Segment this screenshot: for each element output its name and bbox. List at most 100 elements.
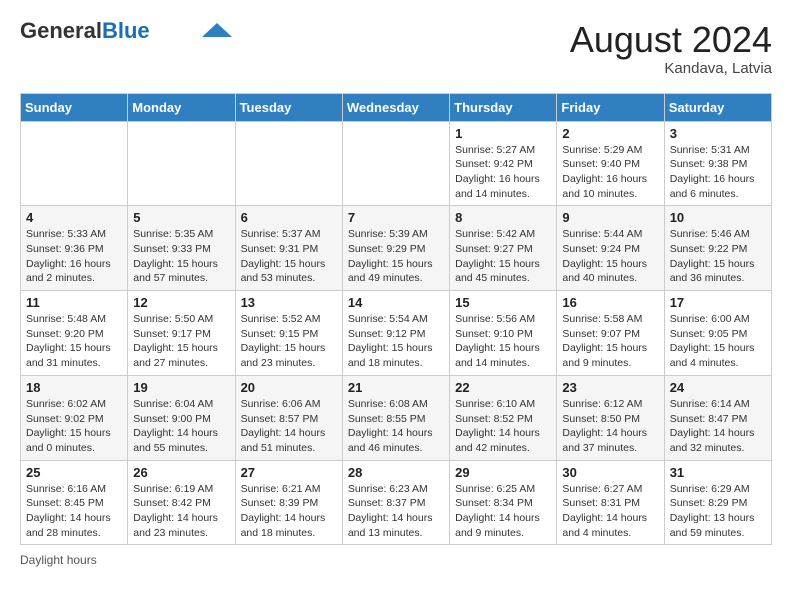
day-info: Sunrise: 5:39 AM Sunset: 9:29 PM Dayligh… (348, 227, 444, 286)
calendar-day-cell: 11 Sunrise: 5:48 AM Sunset: 9:20 PM Dayli… (21, 291, 128, 376)
day-info: Sunrise: 6:27 AM Sunset: 8:31 PM Dayligh… (562, 482, 658, 541)
day-number: 26 (133, 465, 229, 480)
weekday-header-cell: Wednesday (342, 93, 449, 121)
calendar-day-cell: 25 Sunrise: 6:16 AM Sunset: 8:45 PM Dayli… (21, 460, 128, 545)
day-info: Sunrise: 5:44 AM Sunset: 9:24 PM Dayligh… (562, 227, 658, 286)
day-number: 17 (670, 295, 766, 310)
day-number: 20 (241, 380, 337, 395)
day-number: 8 (455, 210, 551, 225)
calendar-day-cell: 19Sunrise: 6:04 AM Sunset: 9:00 PM Dayli… (128, 375, 235, 460)
day-number: 7 (348, 210, 444, 225)
calendar-day-cell: 18Sunrise: 6:02 AM Sunset: 9:02 PM Dayli… (21, 375, 128, 460)
calendar-day-cell: 29 Sunrise: 6:25 AM Sunset: 8:34 PM Dayli… (450, 460, 557, 545)
calendar-day-cell: 31Sunrise: 6:29 AM Sunset: 8:29 PM Dayli… (664, 460, 771, 545)
calendar-day-cell: 17 Sunrise: 6:00 AM Sunset: 9:05 PM Dayli… (664, 291, 771, 376)
logo-icon (202, 23, 232, 37)
calendar-table: SundayMondayTuesdayWednesdayThursdayFrid… (20, 93, 772, 546)
day-info: Sunrise: 6:12 AM Sunset: 8:50 PM Dayligh… (562, 397, 658, 456)
day-number: 4 (26, 210, 122, 225)
calendar-day-cell: 20 Sunrise: 6:06 AM Sunset: 8:57 PM Dayli… (235, 375, 342, 460)
day-info: Sunrise: 6:25 AM Sunset: 8:34 PM Dayligh… (455, 482, 551, 541)
calendar-day-cell: 7 Sunrise: 5:39 AM Sunset: 9:29 PM Daylig… (342, 206, 449, 291)
day-info: Sunrise: 6:14 AM Sunset: 8:47 PM Dayligh… (670, 397, 766, 456)
calendar-day-cell (21, 121, 128, 206)
day-number: 21 (348, 380, 444, 395)
calendar-week-row: 18Sunrise: 6:02 AM Sunset: 9:02 PM Dayli… (21, 375, 772, 460)
calendar-day-cell: 21 Sunrise: 6:08 AM Sunset: 8:55 PM Dayli… (342, 375, 449, 460)
weekday-header-cell: Monday (128, 93, 235, 121)
day-number: 11 (26, 295, 122, 310)
calendar-day-cell: 26 Sunrise: 6:19 AM Sunset: 8:42 PM Dayli… (128, 460, 235, 545)
day-number: 25 (26, 465, 122, 480)
day-number: 15 (455, 295, 551, 310)
day-number: 12 (133, 295, 229, 310)
day-number: 3 (670, 126, 766, 141)
day-info: Sunrise: 6:21 AM Sunset: 8:39 PM Dayligh… (241, 482, 337, 541)
calendar-day-cell: 15 Sunrise: 5:56 AM Sunset: 9:10 PM Dayli… (450, 291, 557, 376)
title-block: August 2024 Kandava, Latvia (570, 20, 772, 77)
day-info: Sunrise: 6:19 AM Sunset: 8:42 PM Dayligh… (133, 482, 229, 541)
day-info: Sunrise: 5:56 AM Sunset: 9:10 PM Dayligh… (455, 312, 551, 371)
location-subtitle: Kandava, Latvia (570, 60, 772, 77)
calendar-day-cell: 6 Sunrise: 5:37 AM Sunset: 9:31 PM Daylig… (235, 206, 342, 291)
calendar-day-cell: 10Sunrise: 5:46 AM Sunset: 9:22 PM Dayli… (664, 206, 771, 291)
day-info: Sunrise: 5:42 AM Sunset: 9:27 PM Dayligh… (455, 227, 551, 286)
calendar-day-cell: 3 Sunrise: 5:31 AM Sunset: 9:38 PM Daylig… (664, 121, 771, 206)
day-number: 16 (562, 295, 658, 310)
day-info: Sunrise: 5:48 AM Sunset: 9:20 PM Dayligh… (26, 312, 122, 371)
calendar-week-row: 4Sunrise: 5:33 AM Sunset: 9:36 PM Daylig… (21, 206, 772, 291)
day-info: Sunrise: 5:35 AM Sunset: 9:33 PM Dayligh… (133, 227, 229, 286)
calendar-day-cell (342, 121, 449, 206)
day-info: Sunrise: 5:58 AM Sunset: 9:07 PM Dayligh… (562, 312, 658, 371)
calendar-day-cell: 2Sunrise: 5:29 AM Sunset: 9:40 PM Daylig… (557, 121, 664, 206)
weekday-header-cell: Saturday (664, 93, 771, 121)
page-header: GeneralBlue August 2024 Kandava, Latvia (20, 20, 772, 77)
calendar-day-cell: 8 Sunrise: 5:42 AM Sunset: 9:27 PM Daylig… (450, 206, 557, 291)
day-info: Sunrise: 6:00 AM Sunset: 9:05 PM Dayligh… (670, 312, 766, 371)
day-info: Sunrise: 6:10 AM Sunset: 8:52 PM Dayligh… (455, 397, 551, 456)
day-number: 1 (455, 126, 551, 141)
day-number: 29 (455, 465, 551, 480)
day-number: 27 (241, 465, 337, 480)
day-info: Sunrise: 6:23 AM Sunset: 8:37 PM Dayligh… (348, 482, 444, 541)
weekday-header-cell: Tuesday (235, 93, 342, 121)
day-info: Sunrise: 5:54 AM Sunset: 9:12 PM Dayligh… (348, 312, 444, 371)
calendar-day-cell: 5 Sunrise: 5:35 AM Sunset: 9:33 PM Daylig… (128, 206, 235, 291)
daylight-label: Daylight hours (20, 553, 97, 567)
day-number: 18 (26, 380, 122, 395)
calendar-week-row: 25 Sunrise: 6:16 AM Sunset: 8:45 PM Dayli… (21, 460, 772, 545)
day-info: Sunrise: 6:29 AM Sunset: 8:29 PM Dayligh… (670, 482, 766, 541)
day-number: 14 (348, 295, 444, 310)
calendar-day-cell: 23 Sunrise: 6:12 AM Sunset: 8:50 PM Dayli… (557, 375, 664, 460)
day-info: Sunrise: 5:31 AM Sunset: 9:38 PM Dayligh… (670, 143, 766, 202)
day-info: Sunrise: 6:04 AM Sunset: 9:00 PM Dayligh… (133, 397, 229, 456)
day-number: 5 (133, 210, 229, 225)
weekday-header-cell: Thursday (450, 93, 557, 121)
day-info: Sunrise: 6:08 AM Sunset: 8:55 PM Dayligh… (348, 397, 444, 456)
day-info: Sunrise: 6:06 AM Sunset: 8:57 PM Dayligh… (241, 397, 337, 456)
calendar-day-cell: 22 Sunrise: 6:10 AM Sunset: 8:52 PM Dayli… (450, 375, 557, 460)
day-number: 9 (562, 210, 658, 225)
logo-text: GeneralBlue (20, 20, 150, 42)
calendar-header-row: SundayMondayTuesdayWednesdayThursdayFrid… (21, 93, 772, 121)
footer: Daylight hours (20, 553, 772, 567)
calendar-day-cell (128, 121, 235, 206)
calendar-day-cell: 16 Sunrise: 5:58 AM Sunset: 9:07 PM Dayli… (557, 291, 664, 376)
calendar-day-cell: 30Sunrise: 6:27 AM Sunset: 8:31 PM Dayli… (557, 460, 664, 545)
calendar-day-cell: 4Sunrise: 5:33 AM Sunset: 9:36 PM Daylig… (21, 206, 128, 291)
day-number: 6 (241, 210, 337, 225)
day-number: 23 (562, 380, 658, 395)
day-number: 22 (455, 380, 551, 395)
month-year-title: August 2024 (570, 20, 772, 60)
day-info: Sunrise: 5:50 AM Sunset: 9:17 PM Dayligh… (133, 312, 229, 371)
calendar-week-row: 1Sunrise: 5:27 AM Sunset: 9:42 PM Daylig… (21, 121, 772, 206)
weekday-header-cell: Sunday (21, 93, 128, 121)
calendar-day-cell: 13Sunrise: 5:52 AM Sunset: 9:15 PM Dayli… (235, 291, 342, 376)
day-number: 10 (670, 210, 766, 225)
day-info: Sunrise: 5:37 AM Sunset: 9:31 PM Dayligh… (241, 227, 337, 286)
day-info: Sunrise: 6:16 AM Sunset: 8:45 PM Dayligh… (26, 482, 122, 541)
day-number: 24 (670, 380, 766, 395)
calendar-day-cell: 12 Sunrise: 5:50 AM Sunset: 9:17 PM Dayli… (128, 291, 235, 376)
day-number: 13 (241, 295, 337, 310)
calendar-day-cell: 14 Sunrise: 5:54 AM Sunset: 9:12 PM Dayli… (342, 291, 449, 376)
